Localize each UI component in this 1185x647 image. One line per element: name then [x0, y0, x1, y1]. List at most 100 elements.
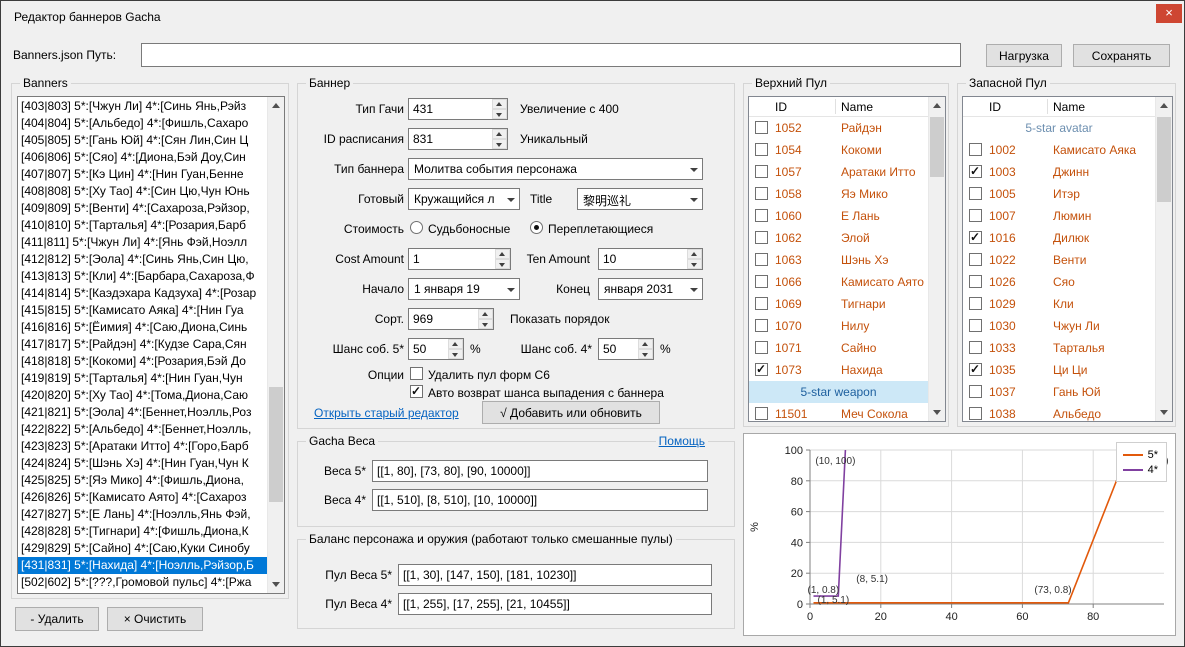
banner-list-item[interactable]: [419|819] 5*:[Тарталья] 4*:[Нин Гуан,Чун: [18, 370, 267, 387]
scroll-up-arrow-icon[interactable]: [1156, 97, 1172, 114]
pool-item-row[interactable]: 1066Камисато Аято: [749, 271, 928, 293]
scroll-up-arrow-icon[interactable]: [929, 97, 945, 114]
weights4-input[interactable]: [[1, 510], [8, 510], [10, 10000]]: [372, 489, 708, 511]
schedule-id-input[interactable]: 831: [408, 128, 508, 150]
pool-item-checkbox[interactable]: [969, 143, 982, 156]
pool-item-row[interactable]: 1035Ци Ци: [963, 359, 1155, 381]
pool-section-row[interactable]: 5-star weapon: [749, 381, 928, 403]
pool-item-checkbox[interactable]: [755, 407, 768, 420]
pool-item-checkbox[interactable]: [755, 319, 768, 332]
scroll-down-arrow-icon[interactable]: [268, 576, 284, 593]
title-select[interactable]: 黎明巡礼: [577, 188, 703, 210]
spinner-icon[interactable]: [492, 129, 507, 149]
spinner-icon[interactable]: [687, 249, 702, 269]
pool-item-row[interactable]: 1026Сяо: [963, 271, 1155, 293]
pool-item-row[interactable]: 1033Тарталья: [963, 337, 1155, 359]
banner-list-item[interactable]: [426|826] 5*:[Камисато Аято] 4*:[Сахароз: [18, 489, 267, 506]
option-auto-return-checkbox[interactable]: [410, 385, 423, 398]
pool-item-checkbox[interactable]: [755, 165, 768, 178]
scroll-up-arrow-icon[interactable]: [268, 97, 284, 114]
option-remove-c6-checkbox[interactable]: [410, 367, 423, 380]
add-or-update-button[interactable]: √ Добавить или обновить: [482, 401, 660, 424]
pool-item-checkbox[interactable]: [969, 319, 982, 332]
open-old-editor-link[interactable]: Открыть старый редактор: [314, 406, 459, 420]
scrollbar-thumb[interactable]: [1157, 117, 1171, 202]
banner-list-item[interactable]: [412|812] 5*:[Эола] 4*:[Синь Янь,Син Цю,: [18, 251, 267, 268]
spinner-icon[interactable]: [448, 339, 463, 359]
column-header-id[interactable]: ID: [989, 100, 1001, 114]
pool-item-checkbox[interactable]: [755, 231, 768, 244]
pool-item-checkbox[interactable]: [755, 341, 768, 354]
banner-list-item[interactable]: [429|829] 5*:[Сайно] 4*:[Саю,Куки Синобу: [18, 540, 267, 557]
pool-item-checkbox[interactable]: [969, 341, 982, 354]
path-input[interactable]: [141, 43, 961, 67]
pool-item-row[interactable]: 11501Меч Сокола: [749, 403, 928, 421]
pool-item-checkbox[interactable]: [755, 253, 768, 266]
pool-item-row[interactable]: 1022Венти: [963, 249, 1155, 271]
banner-list-item[interactable]: [420|820] 5*:[Ху Тао] 4*:[Тома,Диона,Саю: [18, 387, 267, 404]
scroll-down-arrow-icon[interactable]: [1156, 404, 1172, 421]
banner-list-item[interactable]: [427|827] 5*:[Е Лань] 4*:[Ноэлль,Янь Фэй…: [18, 506, 267, 523]
pool-item-checkbox[interactable]: [969, 187, 982, 200]
banner-list-item[interactable]: [405|805] 5*:[Гань Юй] 4*:[Сян Лин,Син Ц: [18, 132, 267, 149]
prefab-select[interactable]: Кружащийся л: [408, 188, 520, 210]
pool-item-row[interactable]: 1054Кокоми: [749, 139, 928, 161]
upper-pool-scrollbar[interactable]: [928, 97, 945, 421]
scrollbar-thumb[interactable]: [930, 117, 944, 177]
pool-item-checkbox[interactable]: [969, 407, 982, 420]
pool-item-checkbox[interactable]: [755, 297, 768, 310]
banner-list-item[interactable]: [431|831] 5*:[Нахида] 4*:[Ноэлль,Рэйзор,…: [18, 557, 267, 574]
column-header-name[interactable]: Name: [841, 100, 873, 114]
banner-list-item[interactable]: [425|825] 5*:[Яэ Мико] 4*:[Фишль,Диона,: [18, 472, 267, 489]
banner-list-item[interactable]: [410|810] 5*:[Тарталья] 4*:[Розария,Барб: [18, 217, 267, 234]
cost-radio-intertwined[interactable]: [530, 221, 543, 234]
end-date-picker[interactable]: января 2031: [598, 278, 703, 300]
pool-item-row[interactable]: 1063Шэнь Хэ: [749, 249, 928, 271]
banner-list-item[interactable]: [413|813] 5*:[Кли] 4*:[Барбара,Сахароза,…: [18, 268, 267, 285]
banner-list-item[interactable]: [421|821] 5*:[Эола] 4*:[Беннет,Ноэлль,Ро…: [18, 404, 267, 421]
pool-item-checkbox[interactable]: [755, 143, 768, 156]
pool-item-row[interactable]: 1060Е Лань: [749, 205, 928, 227]
pool-section-row[interactable]: 5-star avatar: [963, 117, 1155, 139]
upper-pool-header[interactable]: ID Name: [749, 97, 945, 117]
pool-item-row[interactable]: 1002Камисато Аяка: [963, 139, 1155, 161]
pool-item-row[interactable]: 1029Кли: [963, 293, 1155, 315]
close-icon[interactable]: ×: [1156, 4, 1182, 23]
pool-item-checkbox[interactable]: [755, 209, 768, 222]
chance5-input[interactable]: 50: [408, 338, 464, 360]
pool-item-row[interactable]: 1052Райдэн: [749, 117, 928, 139]
pool-item-row[interactable]: 1038Альбедо: [963, 403, 1155, 421]
pool-item-checkbox[interactable]: [969, 275, 982, 288]
sort-input[interactable]: 969: [408, 308, 494, 330]
pool-item-checkbox[interactable]: [969, 385, 982, 398]
banner-list-item[interactable]: [415|815] 5*:[Камисато Аяка] 4*:[Нин Гуа: [18, 302, 267, 319]
banner-list-item[interactable]: [403|803] 5*:[Чжун Ли] 4*:[Синь Янь,Рэйз: [18, 98, 267, 115]
pool-item-row[interactable]: 1030Чжун Ли: [963, 315, 1155, 337]
banner-list-item[interactable]: [406|806] 5*:[Сяо] 4*:[Диона,Бэй Доу,Син: [18, 149, 267, 166]
pool-item-checkbox[interactable]: [755, 363, 768, 376]
pool-item-checkbox[interactable]: [755, 121, 768, 134]
pool-item-checkbox[interactable]: [969, 231, 982, 244]
pool-item-row[interactable]: 1071Сайно: [749, 337, 928, 359]
pool-item-checkbox[interactable]: [755, 275, 768, 288]
scrollbar-thumb[interactable]: [269, 387, 283, 502]
chance4-input[interactable]: 50: [598, 338, 654, 360]
spinner-icon[interactable]: [492, 99, 507, 119]
banners-listbox[interactable]: [403|803] 5*:[Чжун Ли] 4*:[Синь Янь,Рэйз…: [17, 96, 285, 594]
banner-list-item[interactable]: [417|817] 5*:[Райдэн] 4*:[Кудзе Сара,Сян: [18, 336, 267, 353]
banner-list-item[interactable]: [416|816] 5*:[Ёимия] 4*:[Саю,Диона,Синь: [18, 319, 267, 336]
pool-item-checkbox[interactable]: [969, 363, 982, 376]
weights5-input[interactable]: [[1, 80], [73, 80], [90, 10000]]: [372, 460, 708, 482]
pool-item-checkbox[interactable]: [969, 297, 982, 310]
pool-weights4-input[interactable]: [[1, 255], [17, 255], [21, 10455]]: [398, 593, 712, 615]
save-button[interactable]: Сохранять: [1073, 44, 1170, 67]
pool-item-checkbox[interactable]: [969, 209, 982, 222]
pool-weights5-input[interactable]: [[1, 30], [147, 150], [181, 10230]]: [398, 564, 712, 586]
pool-item-row[interactable]: 1016Дилюк: [963, 227, 1155, 249]
banner-list-item[interactable]: [418|818] 5*:[Кокоми] 4*:[Розария,Бэй До: [18, 353, 267, 370]
clear-banners-button[interactable]: × Очистить: [107, 607, 203, 631]
column-header-name[interactable]: Name: [1053, 100, 1085, 114]
load-button[interactable]: Нагрузка: [986, 44, 1062, 67]
banner-list-item[interactable]: [408|808] 5*:[Ху Тао] 4*:[Син Цю,Чун Юнь: [18, 183, 267, 200]
pool-item-row[interactable]: 1057Аратаки Итто: [749, 161, 928, 183]
